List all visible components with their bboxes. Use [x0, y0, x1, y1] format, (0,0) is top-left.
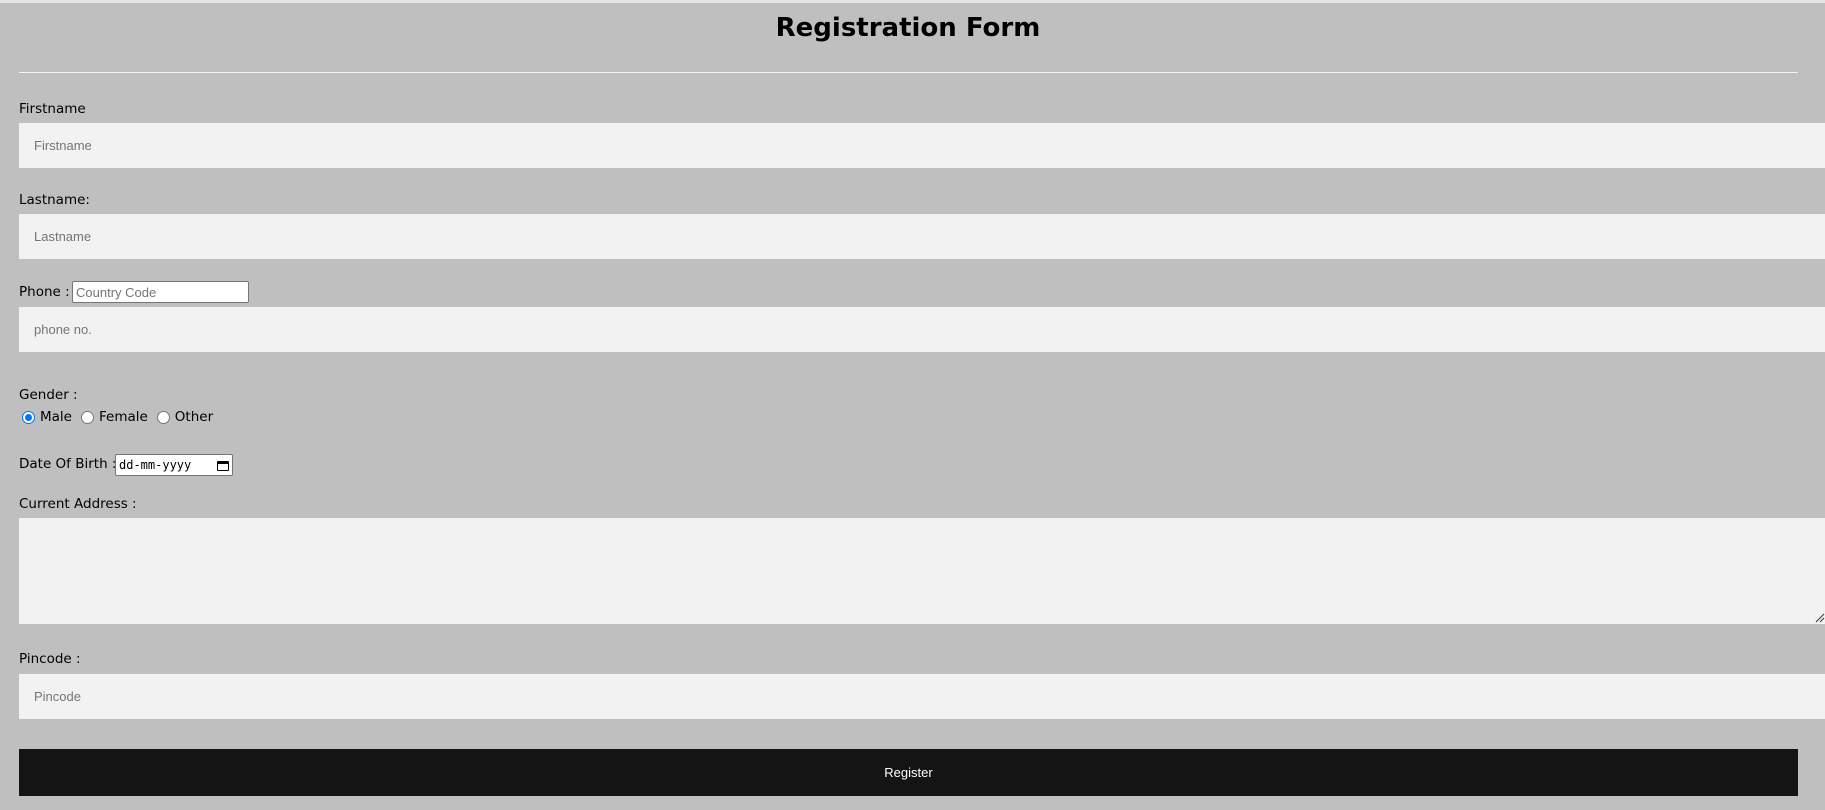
- firstname-label: Firstname: [19, 101, 86, 117]
- title-divider: [19, 72, 1798, 73]
- phone-number-input[interactable]: [19, 307, 1825, 352]
- gender-option-label: Male: [40, 409, 72, 425]
- firstname-input[interactable]: [19, 123, 1825, 168]
- phone-label: Phone :: [19, 284, 70, 300]
- gender-radio-other[interactable]: [156, 410, 170, 424]
- form-title: Registration Form: [775, 13, 1041, 43]
- calendar-icon[interactable]: [217, 460, 229, 471]
- gender-radio-female[interactable]: [80, 410, 94, 424]
- register-button[interactable]: Register: [19, 749, 1798, 796]
- gender-radio-male[interactable]: [22, 410, 35, 424]
- pincode-input[interactable]: [19, 674, 1825, 719]
- dob-date-input[interactable]: dd-mm-yyyy: [115, 454, 233, 476]
- pincode-label: Pincode :: [19, 651, 81, 667]
- gender-option-label: Other: [174, 409, 214, 425]
- lastname-input[interactable]: [19, 214, 1825, 259]
- registration-page: Registration Form Firstname Lastname: Ph…: [0, 0, 1825, 810]
- dob-label: Date Of Birth :: [19, 456, 117, 472]
- lastname-label: Lastname:: [19, 192, 90, 208]
- country-code-input[interactable]: [72, 281, 249, 303]
- address-textarea[interactable]: [19, 518, 1825, 624]
- resize-handle-icon[interactable]: [1814, 612, 1825, 623]
- address-label: Current Address :: [19, 496, 137, 512]
- gender-label: Gender :: [19, 387, 78, 403]
- dob-date-placeholder: dd-mm-yyyy: [119, 458, 192, 472]
- gender-option-label: Female: [98, 409, 148, 425]
- gender-radio-group: Male Female Other: [22, 407, 222, 427]
